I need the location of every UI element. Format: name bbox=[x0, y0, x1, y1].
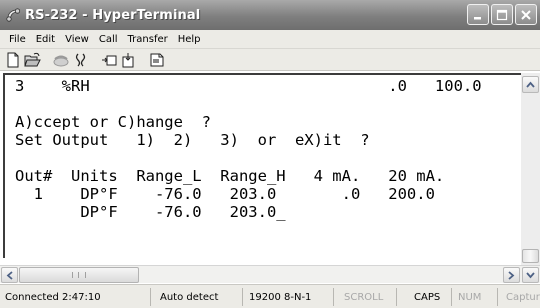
disconnect-icon bbox=[75, 53, 86, 66]
title-bar[interactable]: RS-232 - HyperTerminal bbox=[0, 0, 540, 30]
grip-icon bbox=[72, 272, 86, 278]
menu-help[interactable]: Help bbox=[173, 34, 206, 45]
receive-icon bbox=[122, 52, 134, 67]
maximize-button[interactable] bbox=[491, 4, 513, 25]
call-icon bbox=[53, 55, 69, 66]
menu-transfer[interactable]: Transfer bbox=[123, 34, 173, 45]
status-scroll: SCROLL bbox=[344, 292, 384, 303]
close-icon bbox=[521, 9, 531, 20]
terminal-line: 1 DP°F -76.0 203.0 .0 200.0 bbox=[15, 185, 435, 203]
terminal-line: Set Output 1) 2) 3) or eX)it ? bbox=[15, 131, 370, 149]
open-icon bbox=[24, 52, 41, 66]
new-connection-button[interactable] bbox=[3, 51, 23, 69]
hyperterminal-phone-icon[interactable] bbox=[5, 7, 21, 23]
menu-bar: File Edit View Call Transfer Help bbox=[0, 30, 540, 49]
send-button[interactable] bbox=[99, 51, 119, 69]
minimize-button[interactable] bbox=[467, 4, 489, 25]
close-button[interactable] bbox=[515, 4, 537, 25]
toolbar bbox=[0, 49, 540, 71]
new-icon bbox=[7, 52, 19, 67]
menu-edit[interactable]: Edit bbox=[31, 34, 60, 45]
status-bar: Connected 2:47:10 Auto detect 19200 8-N-… bbox=[0, 284, 540, 308]
scroll-left-button[interactable] bbox=[1, 267, 18, 283]
open-button[interactable] bbox=[23, 51, 43, 69]
status-detect: Auto detect bbox=[160, 292, 219, 303]
horizontal-scroll-thumb[interactable] bbox=[19, 267, 139, 283]
maximize-icon bbox=[496, 9, 508, 20]
scroll-right-button[interactable] bbox=[503, 267, 520, 283]
horizontal-scrollbar[interactable] bbox=[0, 265, 540, 283]
properties-icon bbox=[150, 53, 164, 66]
properties-button[interactable] bbox=[147, 51, 167, 69]
menu-call[interactable]: Call bbox=[94, 34, 123, 45]
send-icon bbox=[102, 55, 117, 65]
status-num: NUM bbox=[458, 292, 482, 303]
call-button[interactable] bbox=[51, 51, 71, 69]
chevron-right-icon bbox=[508, 270, 515, 280]
window-title: RS-232 - HyperTerminal bbox=[25, 7, 201, 23]
scroll-down-button[interactable] bbox=[522, 267, 539, 283]
status-caps: CAPS bbox=[414, 292, 441, 303]
disconnect-button[interactable] bbox=[71, 51, 91, 69]
vertical-scroll-thumb[interactable] bbox=[522, 249, 539, 263]
status-port-settings: 19200 8-N-1 bbox=[249, 292, 312, 303]
vertical-scrollbar[interactable] bbox=[521, 73, 540, 265]
terminal-line: 3 %RH .0 100.0 bbox=[15, 77, 482, 95]
receive-button[interactable] bbox=[119, 51, 139, 69]
menu-view[interactable]: View bbox=[60, 34, 94, 45]
chevron-up-icon bbox=[526, 81, 535, 88]
chevron-down-icon bbox=[526, 271, 535, 278]
scroll-up-button[interactable] bbox=[522, 76, 539, 93]
terminal-line: Out# Units Range_L Range_H 4 mA. 20 mA. bbox=[15, 167, 445, 185]
minimize-icon bbox=[474, 16, 481, 19]
chevron-left-icon bbox=[6, 270, 13, 280]
terminal-screen[interactable]: 3 %RH .0 100.0 A)ccept or C)hange ? Set … bbox=[3, 73, 521, 258]
status-connected: Connected 2:47:10 bbox=[5, 292, 101, 303]
terminal-line: DP°F -76.0 203.0_ bbox=[15, 203, 286, 221]
status-capture: Capture bbox=[506, 292, 540, 303]
window-controls bbox=[467, 4, 537, 25]
terminal-line: A)ccept or C)hange ? bbox=[15, 113, 211, 131]
menu-file[interactable]: File bbox=[4, 34, 31, 45]
